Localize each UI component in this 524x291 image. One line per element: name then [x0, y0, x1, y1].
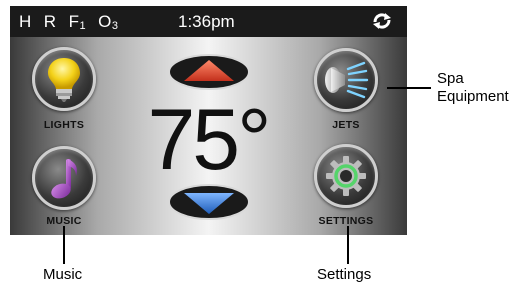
status-indicator-o3: O3 [98, 11, 119, 32]
music-pointer-line [63, 226, 65, 264]
jets-icon [323, 60, 369, 100]
settings-button[interactable] [314, 144, 378, 208]
status-bar: H R F1 O3 1:36pm [10, 6, 407, 37]
music-button[interactable] [32, 146, 96, 210]
music-note-icon [46, 156, 82, 200]
spa-equipment-callout-line1: Spa [437, 70, 464, 87]
clock-time: 1:36pm [178, 12, 235, 31]
spa-equipment-callout-line2: Equipment [437, 88, 509, 105]
sync-icon[interactable] [371, 12, 393, 30]
status-indicator-h: H [19, 11, 32, 31]
gear-icon [324, 154, 368, 198]
jets-label: JETS [332, 119, 360, 131]
settings-label: SETTINGS [318, 215, 374, 227]
status-indicators: H R F1 O3 [19, 6, 118, 37]
lights-button[interactable] [32, 47, 96, 111]
temperature-up-button[interactable] [168, 54, 250, 90]
lightbulb-icon [44, 56, 84, 102]
settings-pointer-line [347, 226, 349, 264]
down-arrow-icon [168, 184, 250, 224]
settings-callout: Settings [317, 266, 372, 283]
status-indicator-r: R [43, 11, 57, 31]
spa-equipment-pointer-line [387, 87, 431, 89]
temperature-down-button[interactable] [168, 184, 250, 220]
temperature-display: 75° [147, 92, 271, 188]
spa-equipment-callout: Spa Equipment [437, 70, 509, 106]
lights-label: LIGHTS [43, 119, 85, 131]
status-indicator-f1: F1 [68, 11, 87, 32]
spa-control-screen: H R F1 O3 1:36pm LIGHTS MUSIC 75° JETS S… [10, 6, 407, 235]
music-callout: Music [43, 266, 83, 283]
jets-button[interactable] [314, 48, 378, 112]
